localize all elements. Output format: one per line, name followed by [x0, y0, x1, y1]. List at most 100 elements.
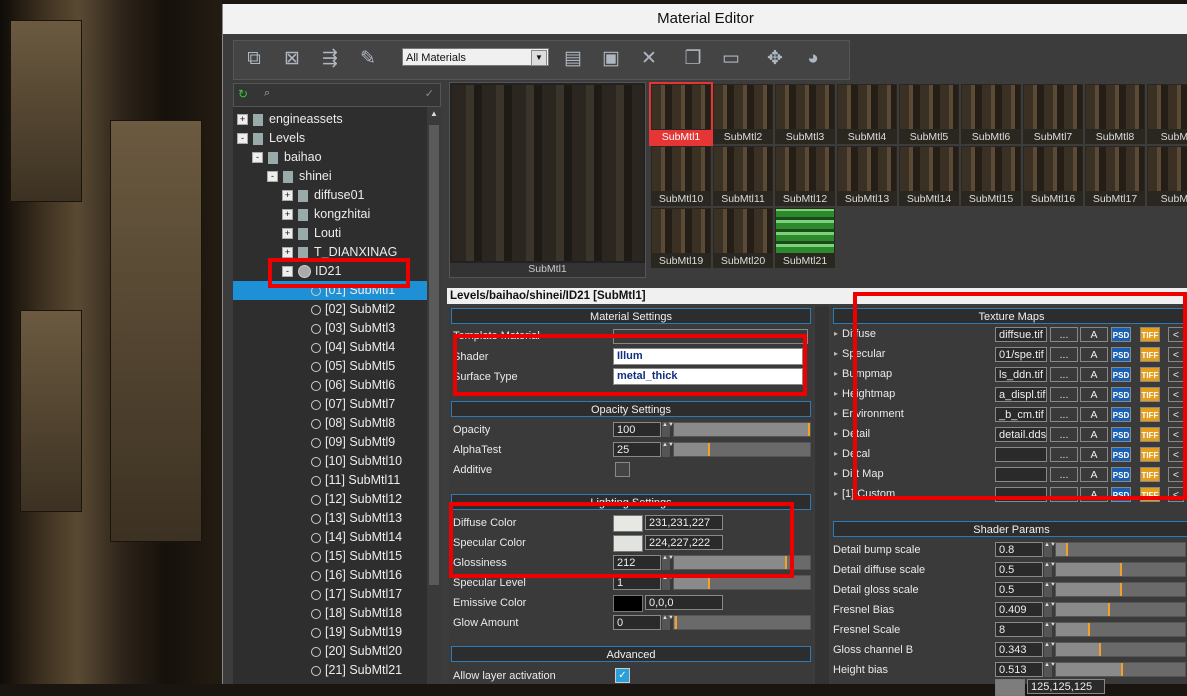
layer-activation-checkbox[interactable]: ✓	[615, 668, 630, 683]
checkmark-icon[interactable]: ✓	[425, 87, 434, 100]
shader-param-slider[interactable]	[1055, 582, 1186, 597]
submaterial-thumbnail[interactable]: SubMtl6	[961, 84, 1021, 144]
tree-row-content: [14] SubMtl14	[297, 528, 402, 547]
glow-amount-field[interactable]: 0	[613, 615, 661, 630]
submaterial-thumbnail[interactable]: SubMtl4	[837, 84, 897, 144]
paste-icon[interactable]: ▭	[717, 45, 745, 73]
save-icon[interactable]: ▣	[597, 45, 625, 73]
submaterial-thumbnail[interactable]: SubMtl	[1147, 146, 1187, 206]
shader-params-header[interactable]: Shader Params	[833, 521, 1187, 537]
get-from-selected-icon[interactable]: ⧉	[240, 45, 268, 73]
shader-param-slider[interactable]	[1055, 622, 1186, 637]
remove-icon[interactable]: ⊠	[278, 45, 306, 73]
additive-checkbox[interactable]	[615, 462, 630, 477]
preview-icon[interactable]: ✥	[761, 45, 789, 73]
expand-arrow-icon[interactable]: ▸	[834, 349, 838, 358]
submaterial-thumbnail[interactable]: SubMtl11	[713, 146, 773, 206]
expand-toggle-icon[interactable]: +	[282, 247, 293, 259]
expand-arrow-icon[interactable]: ▸	[834, 429, 838, 438]
shader-param-field[interactable]: 0.513	[995, 662, 1043, 677]
submaterial-thumbnail[interactable]: SubMtl20	[713, 208, 773, 268]
shader-param-field[interactable]: 8	[995, 622, 1043, 637]
scrollbar-thumb[interactable]	[429, 125, 439, 585]
expand-arrow-icon[interactable]: ▸	[834, 369, 838, 378]
delete-icon[interactable]: ✕	[635, 45, 663, 73]
shader-param-slider[interactable]	[1055, 642, 1186, 657]
expand-toggle-icon[interactable]: +	[282, 209, 293, 221]
assign-icon[interactable]: ⇶	[316, 45, 344, 73]
glow-amount-spinner[interactable]: ▲▼	[662, 615, 674, 630]
alphatest-field[interactable]: 25	[613, 442, 661, 457]
emissive-color-label: Emissive Color	[453, 597, 527, 609]
material-settings-header[interactable]: Material Settings	[451, 308, 811, 324]
alphatest-spinner[interactable]: ▲▼	[662, 442, 674, 457]
shader-param-spinner[interactable]: ▲▼	[1044, 582, 1056, 597]
expand-toggle-icon[interactable]: -	[252, 152, 263, 164]
advanced-header[interactable]: Advanced	[451, 646, 811, 662]
shader-param-field[interactable]: 0.5	[995, 582, 1043, 597]
expand-arrow-icon[interactable]: ▸	[834, 329, 838, 338]
partial-color-field[interactable]: 125,125,125	[1027, 679, 1105, 694]
shader-param-spinner[interactable]: ▲▼	[1044, 562, 1056, 577]
expand-arrow-icon[interactable]: ▸	[834, 389, 838, 398]
expand-toggle-icon[interactable]: +	[282, 228, 293, 240]
submaterial-thumbnail[interactable]: SubMtl10	[651, 146, 711, 206]
tree-search-bar[interactable]: ↻ ⌕ ✓	[233, 83, 441, 107]
shader-param-slider[interactable]	[1055, 602, 1186, 617]
expand-toggle-icon[interactable]: -	[237, 133, 248, 145]
submaterial-thumbnail[interactable]: SubMtl3	[775, 84, 835, 144]
shader-param-field[interactable]: 0.8	[995, 542, 1043, 557]
shader-param-spinner[interactable]: ▲▼	[1044, 542, 1056, 557]
shader-param-field[interactable]: 0.409	[995, 602, 1043, 617]
opacity-field[interactable]: 100	[613, 422, 661, 437]
submaterial-thumbnail[interactable]: SubMtl14	[899, 146, 959, 206]
shader-param-slider[interactable]	[1055, 562, 1186, 577]
submaterial-thumbnail[interactable]: SubMtl17	[1085, 146, 1145, 206]
opacity-spinner[interactable]: ▲▼	[662, 422, 674, 437]
shader-param-spinner[interactable]: ▲▼	[1044, 662, 1056, 677]
add-icon[interactable]: ▤	[559, 45, 587, 73]
expand-toggle-icon[interactable]: +	[282, 190, 293, 202]
shader-param-slider[interactable]	[1055, 662, 1186, 677]
copy-icon[interactable]: ❐	[679, 45, 707, 73]
submaterial-thumbnail[interactable]: SubMtl	[1147, 84, 1187, 144]
center-scrollbar[interactable]	[815, 306, 829, 684]
submaterial-thumbnail[interactable]: SubMtl2	[713, 84, 773, 144]
submaterial-thumbnail[interactable]: SubMtl12	[775, 146, 835, 206]
material-filter-dropdown[interactable]: All Materials ▼	[402, 48, 549, 66]
submaterial-thumbnail[interactable]: SubMtl7	[1023, 84, 1083, 144]
expand-arrow-icon[interactable]: ▸	[834, 469, 838, 478]
submaterial-thumbnail[interactable]: SubMtl5	[899, 84, 959, 144]
glow-amount-slider[interactable]	[673, 615, 811, 630]
shader-param-field[interactable]: 0.343	[995, 642, 1043, 657]
shader-param-spinner[interactable]: ▲▼	[1044, 642, 1056, 657]
folder-icon	[283, 170, 293, 183]
expand-arrow-icon[interactable]: ▸	[834, 409, 838, 418]
shader-param-slider[interactable]	[1055, 542, 1186, 557]
tree-scrollbar[interactable]: ▲	[427, 107, 441, 684]
opacity-settings-header[interactable]: Opacity Settings	[451, 401, 811, 417]
submaterial-thumbnail[interactable]: SubMtl8	[1085, 84, 1145, 144]
submaterial-thumbnail[interactable]: SubMtl19	[651, 208, 711, 268]
emissive-color-swatch[interactable]	[613, 595, 643, 612]
expand-arrow-icon[interactable]: ▸	[834, 489, 838, 498]
submaterial-thumbnail[interactable]: SubMtl16	[1023, 146, 1083, 206]
pick-icon[interactable]: ✎	[354, 45, 382, 73]
expand-arrow-icon[interactable]: ▸	[834, 449, 838, 458]
alphatest-slider[interactable]	[673, 442, 811, 457]
expand-toggle-icon[interactable]: -	[267, 171, 278, 183]
submaterial-thumbnail[interactable]: SubMtl13	[837, 146, 897, 206]
opacity-slider[interactable]	[673, 422, 811, 437]
expand-toggle-icon[interactable]: +	[237, 114, 248, 126]
submaterial-thumbnail[interactable]: SubMtl15	[961, 146, 1021, 206]
shader-param-spinner[interactable]: ▲▼	[1044, 602, 1056, 617]
partial-color-swatch[interactable]	[995, 679, 1025, 696]
emissive-color-field[interactable]: 0,0,0	[645, 595, 723, 610]
sphere-icon[interactable]: ◕	[799, 45, 827, 73]
shader-param-spinner[interactable]: ▲▼	[1044, 622, 1056, 637]
submaterial-thumbnail[interactable]: SubMtl21	[775, 208, 835, 268]
refresh-icon[interactable]: ↻	[238, 87, 248, 101]
scroll-up-icon[interactable]: ▲	[430, 109, 438, 118]
shader-param-field[interactable]: 0.5	[995, 562, 1043, 577]
submaterial-thumbnail[interactable]: SubMtl1	[649, 82, 713, 146]
